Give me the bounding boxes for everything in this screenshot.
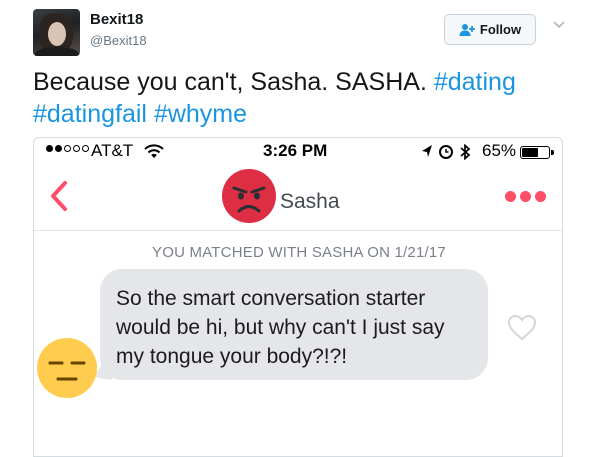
status-time: 3:26 PM bbox=[263, 141, 328, 160]
hashtag-datingfail[interactable]: #datingfail bbox=[33, 100, 147, 128]
contact-name[interactable]: Sasha bbox=[280, 190, 340, 214]
header-divider bbox=[34, 230, 562, 231]
message-bubble[interactable]: So the smart conversation starter would … bbox=[100, 269, 488, 380]
more-dot bbox=[520, 191, 531, 202]
battery-percentage: 65% bbox=[482, 141, 517, 160]
status-icons bbox=[422, 144, 471, 160]
attached-screenshot[interactable]: AT&T 3:26 PM 65% Sasha YOU MATCHED WITH … bbox=[33, 137, 563, 457]
location-arrow-icon bbox=[422, 145, 432, 157]
angry-face-drawing bbox=[232, 186, 266, 213]
bluetooth-icon bbox=[460, 144, 471, 160]
display-name[interactable]: Bexit18 bbox=[90, 11, 143, 28]
signal-dot bbox=[82, 145, 89, 152]
signal-dot bbox=[73, 145, 80, 152]
signal-dots bbox=[46, 145, 89, 152]
more-dots-icon[interactable] bbox=[505, 191, 546, 202]
hashtag-whyme[interactable]: #whyme bbox=[154, 100, 247, 128]
more-dot bbox=[535, 191, 546, 202]
more-dot bbox=[505, 191, 516, 202]
phone-status-bar: AT&T 3:26 PM 65% bbox=[34, 138, 562, 166]
back-chevron-icon[interactable] bbox=[48, 180, 70, 212]
user-avatar[interactable] bbox=[33, 9, 80, 56]
avatar-shirt bbox=[35, 47, 79, 56]
hashtag-dating[interactable]: #dating bbox=[434, 68, 516, 96]
tweet-body: Because you can't, Sasha. SASHA. bbox=[33, 68, 427, 96]
angry-face-emoji[interactable] bbox=[222, 169, 276, 223]
follow-button[interactable]: Follow bbox=[444, 14, 536, 45]
signal-dot bbox=[46, 145, 53, 152]
carrier-name: AT&T bbox=[91, 141, 134, 160]
expressionless-face-emoji bbox=[37, 338, 97, 398]
chevron-down-icon[interactable] bbox=[552, 20, 566, 30]
battery-tip bbox=[551, 150, 554, 155]
tweet-text: Because you can't, Sasha. SASHA. #dating… bbox=[33, 66, 573, 130]
signal-dot bbox=[64, 145, 71, 152]
alarm-icon bbox=[439, 145, 453, 159]
signal-dot bbox=[55, 145, 62, 152]
follow-label: Follow bbox=[479, 22, 522, 37]
heart-icon[interactable] bbox=[507, 314, 537, 341]
user-handle[interactable]: @Bexit18 bbox=[90, 33, 147, 48]
follow-person-icon bbox=[459, 23, 475, 36]
match-notice: YOU MATCHED WITH SASHA ON 1/21/17 bbox=[152, 244, 446, 261]
battery-icon bbox=[520, 146, 550, 159]
avatar-face bbox=[48, 22, 66, 46]
wifi-icon bbox=[144, 144, 164, 158]
